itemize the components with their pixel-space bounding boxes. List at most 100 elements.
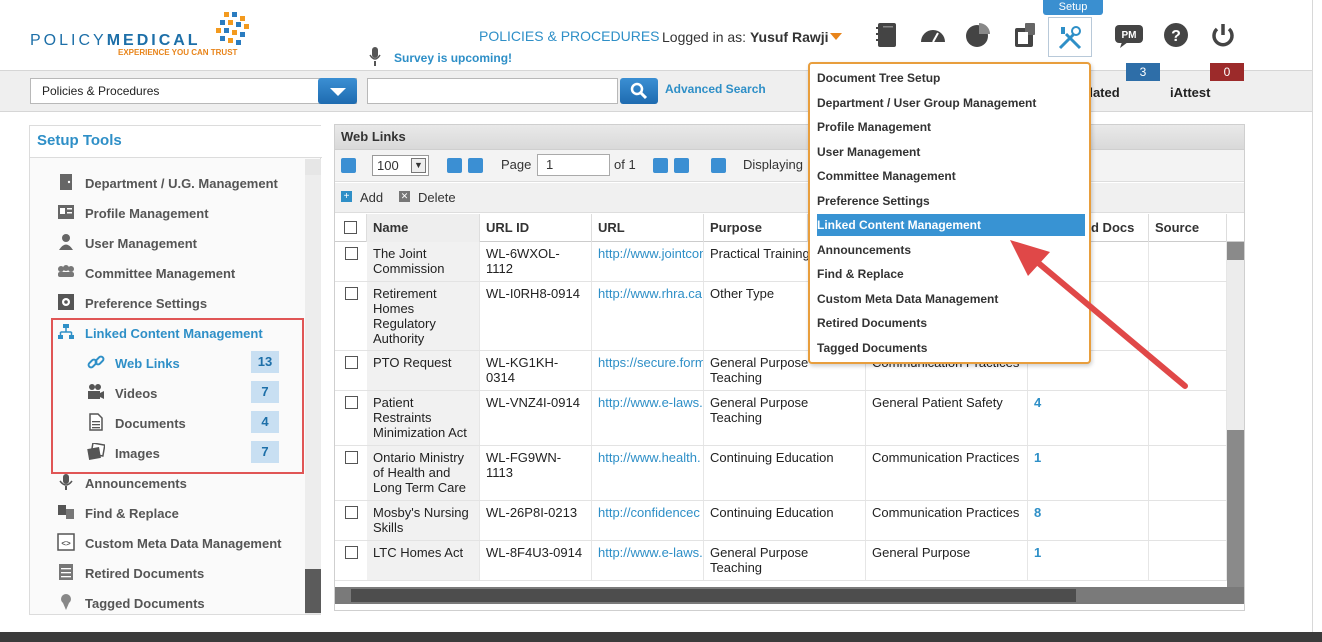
logged-in-text: Logged in as: Yusuf Rawji	[662, 29, 829, 45]
sidebar-item-find-replace[interactable]: Find & Replace	[58, 505, 179, 521]
table-row[interactable]: Patient Restraints Minimization Act WL-VN…	[335, 391, 1244, 446]
col-header-url-id[interactable]: URL ID	[480, 214, 592, 242]
cell-name: Mosby's Nursing Skills	[367, 501, 480, 540]
iattest-tab[interactable]: iAttest	[1170, 85, 1210, 100]
table-row[interactable]: Ontario Ministry of Health and Long Term…	[335, 446, 1244, 501]
row-checkbox[interactable]	[345, 546, 358, 559]
cell-docs[interactable]: 1	[1028, 541, 1149, 580]
col-header-url[interactable]: URL	[592, 214, 704, 242]
chevron-down-icon[interactable]	[318, 78, 357, 104]
sidebar-item-announcements[interactable]: Announcements	[59, 474, 187, 491]
cell-url[interactable]: http://www.jointcom	[592, 242, 704, 281]
category-select[interactable]: Policies & Procedures	[30, 78, 357, 104]
cell-url[interactable]: http://confidencec	[592, 501, 704, 540]
select-all-checkbox[interactable]	[344, 221, 357, 234]
page-size-select[interactable]: 100 ▼	[372, 155, 429, 176]
row-checkbox[interactable]	[345, 451, 358, 464]
clipboard-icon[interactable]	[1010, 20, 1040, 50]
cell-source	[1149, 446, 1227, 500]
linked-content-highlight	[51, 318, 304, 474]
binder-icon[interactable]	[872, 20, 902, 50]
setup-menu-item[interactable]: Linked Content Management	[817, 214, 1085, 236]
select-all-column	[335, 214, 367, 242]
pie-chart-icon[interactable]	[963, 20, 993, 50]
row-checkbox[interactable]	[345, 396, 358, 409]
nav-policies-procedures[interactable]: POLICIES & PROCEDURES	[479, 28, 660, 44]
cell-docs[interactable]: 1	[1028, 446, 1149, 500]
sidebar-item-committee[interactable]: Committee Management	[58, 265, 235, 281]
sidebar-item-tagged[interactable]: Tagged Documents	[61, 594, 205, 611]
search-icon	[630, 82, 648, 100]
search-button[interactable]	[620, 78, 658, 104]
col-header-purpose[interactable]: Purpose	[704, 214, 808, 242]
cell-category: Communication Practices	[866, 446, 1028, 500]
grid-hscrollbar[interactable]	[335, 587, 1244, 604]
taskbar	[0, 632, 1322, 642]
help-icon[interactable]: ?	[1161, 20, 1191, 50]
pm-chat-icon[interactable]: PM	[1114, 20, 1144, 50]
power-icon[interactable]	[1208, 20, 1238, 50]
user-name[interactable]: Yusuf Rawji	[750, 29, 829, 45]
cell-url[interactable]: http://www.e-laws.	[592, 391, 704, 445]
setup-menu-item[interactable]: Profile Management	[817, 116, 1085, 138]
cell-purpose: Continuing Education	[704, 446, 866, 500]
cell-url[interactable]: http://www.rhra.ca	[592, 282, 704, 350]
row-checkbox[interactable]	[345, 247, 358, 260]
grid-title: Web Links	[335, 125, 1244, 150]
cell-url[interactable]: http://www.health.	[592, 446, 704, 500]
setup-menu-item[interactable]: Document Tree Setup	[817, 67, 1085, 89]
setup-menu-item[interactable]: User Management	[817, 141, 1085, 163]
cell-name: The Joint Commission	[367, 242, 480, 281]
page-of-label: of 1	[614, 157, 636, 172]
add-icon: +	[341, 191, 352, 202]
find-replace-icon	[58, 505, 74, 519]
cell-name: PTO Request	[367, 351, 480, 390]
sidebar-item-users[interactable]: User Management	[59, 234, 197, 251]
cell-source	[1149, 501, 1227, 540]
page-input[interactable]: 1	[537, 154, 610, 176]
logo-mark-icon	[214, 12, 256, 52]
sidebar-item-custom-meta[interactable]: <> Custom Meta Data Management	[57, 533, 281, 551]
row-checkbox[interactable]	[345, 287, 358, 300]
cell-id: WL-FG9WN-1113	[480, 446, 592, 500]
row-checkbox[interactable]	[345, 506, 358, 519]
col-header-name[interactable]: Name	[367, 214, 480, 242]
search-input[interactable]	[367, 78, 618, 104]
advanced-search-link[interactable]: Advanced Search	[665, 82, 766, 96]
window-scrollbar[interactable]	[1312, 0, 1322, 635]
updated-count-badge: 3	[1126, 63, 1160, 81]
refresh-icon[interactable]	[711, 158, 726, 173]
next-page-button[interactable]	[653, 158, 668, 173]
sidebar-item-preferences[interactable]: Preference Settings	[58, 294, 207, 311]
setup-menu-item[interactable]: Committee Management	[817, 165, 1085, 187]
setup-menu-item[interactable]: Department / User Group Management	[817, 92, 1085, 114]
cell-id: WL-6WXOL-1112	[480, 242, 592, 281]
setup-menu-item[interactable]: Preference Settings	[817, 190, 1085, 212]
table-row[interactable]: Mosby's Nursing Skills WL-26P8I-0213 http:…	[335, 501, 1244, 541]
sidebar-scrollbar[interactable]	[305, 159, 321, 614]
setup-button[interactable]	[1048, 17, 1092, 57]
last-page-button[interactable]	[674, 158, 689, 173]
cell-id: WL-8F4U3-0914	[480, 541, 592, 580]
row-checkbox[interactable]	[345, 356, 358, 369]
grid-vscrollbar[interactable]	[1227, 242, 1244, 587]
annotation-arrow-icon	[1010, 240, 1188, 389]
cell-url[interactable]: https://secure.form fref=865bc72d9a8	[592, 351, 704, 390]
grid-search-icon[interactable]	[341, 158, 356, 173]
cell-url[interactable]: http://www.e-laws.	[592, 541, 704, 580]
user-menu-chevron-icon[interactable]	[830, 33, 842, 40]
sidebar-item-department[interactable]: Department / U.G. Management	[60, 174, 278, 191]
survey-notice[interactable]: Survey is upcoming!	[394, 51, 512, 65]
tools-icon	[1058, 26, 1082, 50]
cell-docs[interactable]: 8	[1028, 501, 1149, 540]
cell-docs[interactable]: 4	[1028, 391, 1149, 445]
sidebar-item-retired[interactable]: Retired Documents	[59, 564, 204, 581]
add-button[interactable]: Add	[360, 190, 383, 205]
table-row[interactable]: LTC Homes Act WL-8F4U3-0914 http://www.e-l…	[335, 541, 1244, 581]
first-page-button[interactable]	[447, 158, 462, 173]
prev-page-button[interactable]	[468, 158, 483, 173]
sidebar-item-profile[interactable]: Profile Management	[58, 205, 209, 221]
dashboard-gauge-icon[interactable]	[918, 20, 948, 50]
cell-id: WL-26P8I-0213	[480, 501, 592, 540]
delete-button[interactable]: Delete	[418, 190, 456, 205]
